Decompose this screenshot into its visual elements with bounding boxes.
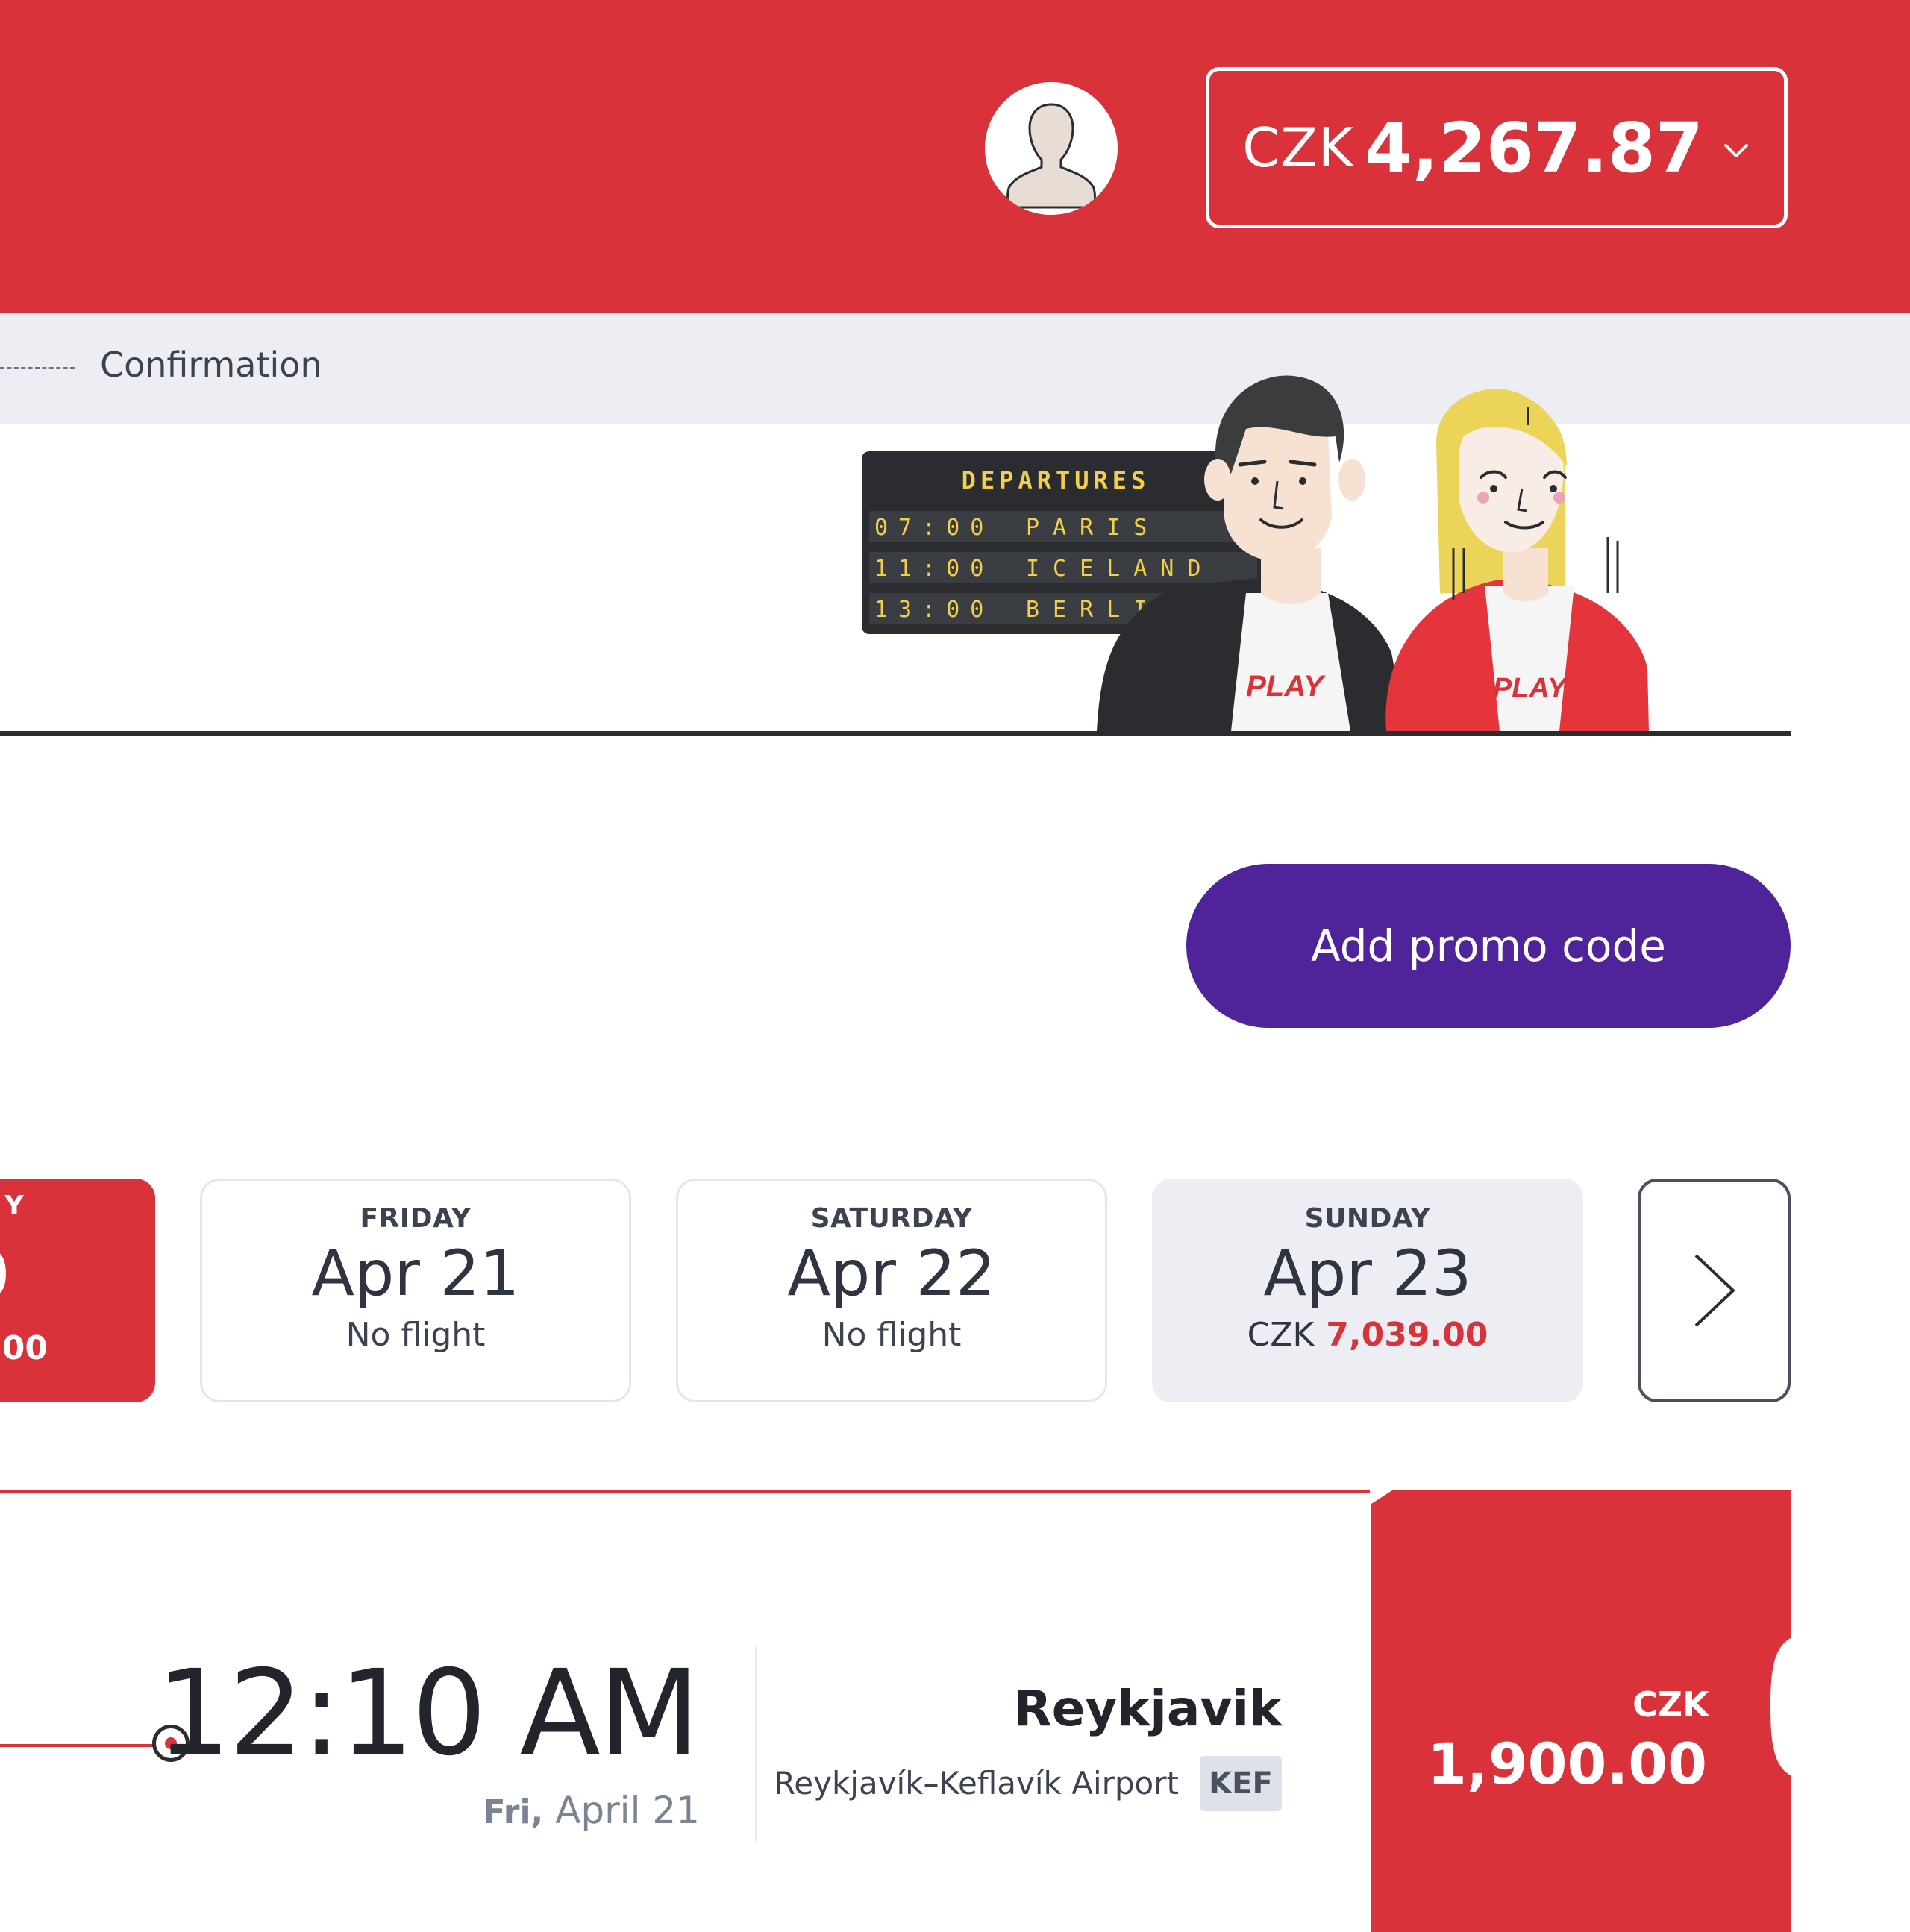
currency-code: CZK (1242, 116, 1354, 179)
currency-amount: 4,267.87 (1364, 107, 1703, 188)
arrival-airport: Reykjavík–Keflavík Airport (773, 1765, 1179, 1801)
user-icon (985, 82, 1118, 215)
board-row-2-city: ICELAND (1026, 556, 1214, 582)
board-row-3-time: 13:00 (874, 597, 994, 623)
flight-timeline (0, 1744, 157, 1747)
shirt-logo-man: PLAY (1246, 670, 1326, 703)
next-dates-button[interactable] (1638, 1179, 1791, 1402)
fare-amount: 1,900.00 (1427, 1731, 1707, 1797)
chevron-right-icon (1694, 1254, 1735, 1327)
hero-divider (0, 731, 1791, 736)
add-promo-code-button[interactable]: Add promo code (1186, 864, 1791, 1028)
date-card-date: Apr 22 (787, 1237, 996, 1310)
date-card-day: FRIDAY (360, 1203, 472, 1234)
date-card-status: No flight (821, 1316, 962, 1354)
currency-balance-button[interactable]: CZK 4,267.87 (1206, 67, 1788, 228)
user-avatar[interactable] (985, 82, 1118, 215)
date-card-partial-dow: Y (4, 1191, 25, 1221)
date-card-amount: 7,039.00 (1326, 1316, 1488, 1354)
date-card-day: SATURDAY (810, 1203, 973, 1234)
date-card-currency: CZK (1247, 1316, 1315, 1354)
date-card-day: SUNDAY (1304, 1203, 1431, 1234)
arrival-time: 12:10 AM (156, 1645, 700, 1782)
date-card-date: Apr 23 (1263, 1237, 1472, 1310)
flight-divider (755, 1647, 757, 1841)
flight-card-border (0, 1490, 1370, 1493)
board-row-2-time: 11:00 (874, 556, 994, 582)
shirt-logo-woman: PLAY (1493, 673, 1569, 704)
board-row-1-time: 07:00 (874, 515, 994, 541)
arrival-airport-code: KEF (1200, 1756, 1282, 1811)
board-title: DEPARTURES (962, 466, 1150, 495)
date-card-partial-date: 0 (0, 1238, 10, 1311)
fare-currency: CZK (1632, 1684, 1709, 1725)
step-confirmation[interactable]: Confirmation (100, 345, 322, 385)
chevron-down-icon (1723, 144, 1748, 157)
arrival-day: April 21 (555, 1789, 700, 1832)
arrival-date: Fri, April 21 (483, 1789, 700, 1832)
woman-figure: PLAY (1385, 389, 1649, 731)
departures-illustration: DEPARTURES 07:00 PARIS 11:00 ICELAND 13:… (862, 375, 1649, 731)
board-row-1-city: PARIS (1026, 515, 1160, 541)
arrival-city: Reykjavik (1013, 1680, 1282, 1737)
date-card-status: No flight (345, 1316, 486, 1354)
arrival-weekday: Fri, (483, 1793, 544, 1831)
date-card-partial-price: .00 (0, 1329, 48, 1367)
date-card-sunday[interactable]: SUNDAY Apr 23 CZK 7,039.00 (1152, 1179, 1583, 1402)
date-card-date: Apr 21 (311, 1237, 520, 1310)
fare-select-button[interactable] (1371, 1490, 1791, 1932)
step-connector (0, 367, 75, 369)
date-card-friday[interactable]: FRIDAY Apr 21 No flight (200, 1179, 631, 1402)
date-card-price: CZK 7,039.00 (1247, 1316, 1488, 1354)
date-card-saturday[interactable]: SATURDAY Apr 22 No flight (676, 1179, 1107, 1402)
